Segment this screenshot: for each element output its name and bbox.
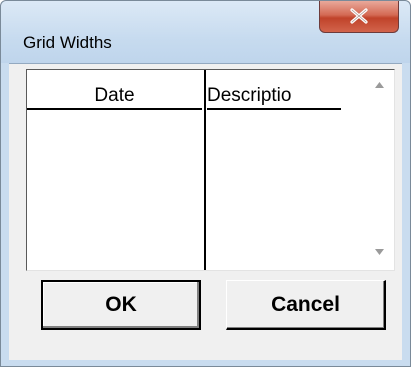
title-bar[interactable]: Grid Widths — [1, 1, 410, 63]
column-header-date[interactable]: Date — [27, 84, 202, 110]
scroll-track[interactable] — [363, 103, 394, 237]
vertical-scrollbar[interactable] — [363, 70, 394, 270]
ok-button[interactable]: OK — [41, 280, 201, 330]
dialog-window: Grid Widths Date Descriptio OK Cancel — [0, 0, 411, 367]
column-divider[interactable] — [204, 70, 206, 270]
scroll-down-arrow-icon — [375, 249, 384, 255]
cancel-button[interactable]: Cancel — [226, 280, 386, 330]
close-x-icon — [350, 8, 368, 24]
scroll-up-button[interactable] — [363, 70, 394, 103]
dialog-client-area: Date Descriptio OK Cancel — [9, 63, 402, 360]
scroll-up-arrow-icon — [375, 82, 384, 88]
scroll-down-button[interactable] — [363, 237, 394, 270]
window-title: Grid Widths — [23, 33, 112, 52]
grid-listbox[interactable]: Date Descriptio — [26, 69, 395, 271]
column-header-description[interactable]: Descriptio — [207, 84, 341, 110]
close-button[interactable] — [319, 1, 399, 33]
